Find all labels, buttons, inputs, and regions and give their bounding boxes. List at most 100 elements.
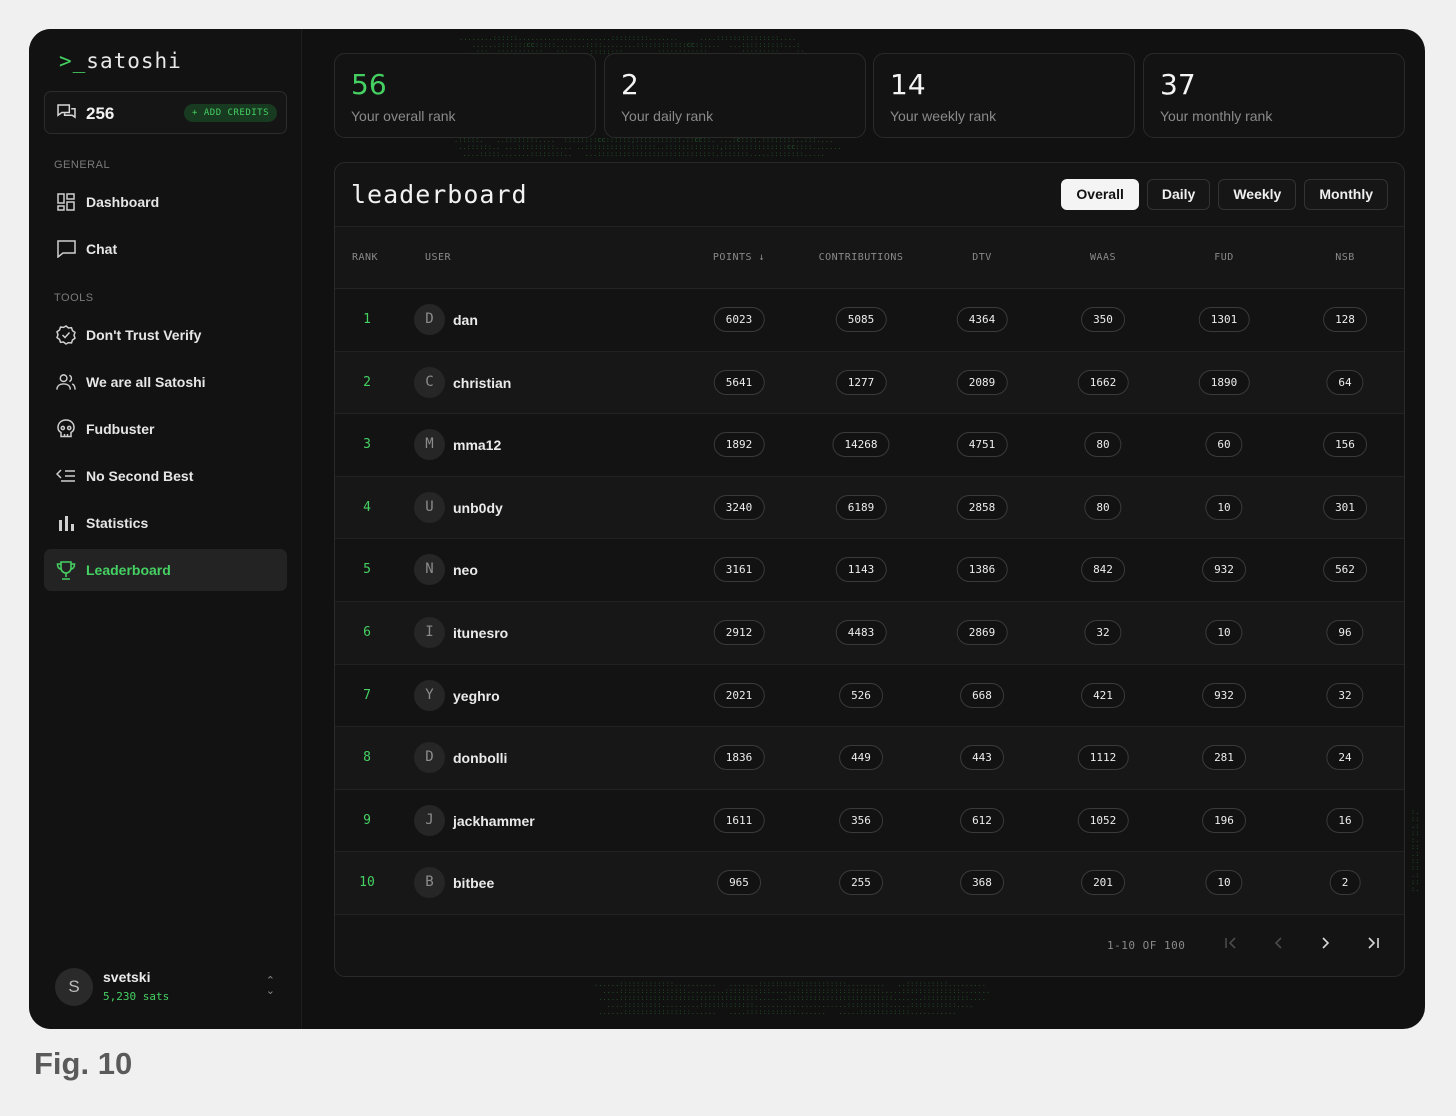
dtv-cell: 668 [960,682,1004,708]
chevron-up-down-icon: ⌃ ⌄ [265,975,275,997]
points-cell: 3240 [713,494,765,520]
rank-cell: 2 [363,374,371,390]
waas-cell: 1112 [1077,745,1129,771]
sidebar-item-no-second-best[interactable]: No Second Best [44,455,287,497]
rank-cell: 6 [363,624,371,640]
dtv-cell: 612 [960,807,1004,833]
table-body: 1 Ddan 6023 5085 4364 350 1301 128 2 Cchristian 56… [335,289,1404,915]
period-tabs: Overall Daily Weekly Monthly [1061,179,1388,210]
fud-cell: 1890 [1198,369,1250,395]
app-window: ........::::::......................::::… [29,29,1425,1029]
user-name-cell[interactable]: yeghro [453,688,500,704]
contributions-cell: 4483 [835,619,887,645]
avatar: Y [414,679,445,711]
nsb-cell: 562 [1323,557,1367,583]
table-row[interactable]: 2 Cchristian 5641 1277 2089 1662 1890 64 [335,351,1404,415]
column-header-rank[interactable]: RANK [352,252,378,263]
avatar: S [55,968,93,1006]
waas-cell: 350 [1081,307,1125,332]
sidebar-item-chat[interactable]: Chat [44,228,287,270]
next-page-icon[interactable] [1313,931,1337,955]
waas-cell: 80 [1084,494,1122,520]
user-name-cell[interactable]: unb0dy [453,500,503,516]
sidebar-item-fudbuster[interactable]: Fudbuster [44,408,287,450]
nsb-cell: 156 [1323,432,1367,458]
leaderboard-panel: leaderboard Overall Daily Weekly Monthly… [334,162,1405,977]
user-name-cell[interactable]: bitbee [453,875,494,891]
sidebar-item-we-are-all-satoshi[interactable]: We are all Satoshi [44,361,287,403]
table-row[interactable]: 1 Ddan 6023 5085 4364 350 1301 128 [335,289,1404,352]
sidebar-item-label: Chat [86,241,118,257]
sidebar-item-dashboard[interactable]: Dashboard [44,181,287,223]
add-credits-button[interactable]: + ADD CREDITS [184,104,277,122]
last-page-icon[interactable] [1361,931,1385,955]
user-name-cell[interactable]: jackhammer [453,813,535,829]
user-name-cell[interactable]: itunesro [453,625,508,641]
table-row[interactable]: 6 Iitunesro 2912 4483 2869 32 10 96 [335,601,1404,665]
trophy-icon [56,560,76,580]
previous-page-icon[interactable] [1267,931,1291,955]
waas-cell: 32 [1084,619,1122,645]
fud-cell: 10 [1205,494,1243,520]
rank-cell: 4 [363,499,371,515]
page-title: leaderboard [351,180,528,209]
table-row[interactable]: 4 Uunb0dy 3240 6189 2858 80 10 301 [335,476,1404,540]
pagination: 1-10 OF 100 [335,915,1404,975]
user-name-cell[interactable]: mma12 [453,437,501,453]
points-cell: 1892 [713,432,765,458]
table-row[interactable]: 8 Ddonbolli 1836 449 443 1112 281 24 [335,727,1404,790]
sidebar-item-leaderboard[interactable]: Leaderboard [44,549,287,591]
table-row[interactable]: 9 Jjackhammer 1611 356 612 1052 196 16 [335,789,1404,853]
column-header-nsb[interactable]: NSB [1335,252,1355,263]
column-header-fud[interactable]: FUD [1214,252,1234,263]
rank-cell: 1 [363,312,371,327]
app-logo[interactable]: >_satoshi [59,49,182,73]
stat-caption: Your weekly rank [890,108,997,124]
contributions-cell: 255 [839,870,883,896]
user-name-cell[interactable]: donbolli [453,750,507,766]
user-name-cell[interactable]: dan [453,312,478,328]
waas-cell: 201 [1081,870,1125,896]
dtv-cell: 2858 [956,494,1008,520]
tab-weekly[interactable]: Weekly [1218,179,1297,210]
nsb-cell: 128 [1323,307,1367,332]
column-header-dtv[interactable]: DTV [972,252,992,263]
chat-bubbles-icon [57,104,76,119]
user-menu[interactable]: S svetski 5,230 sats ⌃ ⌄ [55,966,275,1010]
bar-chart-icon [56,513,76,533]
table-row[interactable]: 5 Nneo 3161 1143 1386 842 932 562 [335,539,1404,602]
dtv-cell: 2869 [956,619,1008,645]
points-cell: 965 [717,870,761,896]
stat-value: 2 [621,68,639,101]
contributions-cell: 14268 [832,432,890,458]
stat-value: 56 [351,68,387,101]
sidebar-item-dont-trust-verify[interactable]: Don't Trust Verify [44,314,287,356]
points-cell: 6023 [713,307,765,332]
column-header-points[interactable]: POINTS ↓ [713,252,765,263]
tab-daily[interactable]: Daily [1146,179,1211,210]
column-header-user[interactable]: USER [425,252,451,263]
table-row[interactable]: 3 Mmma12 1892 14268 4751 80 60 156 [335,414,1404,477]
fud-cell: 281 [1202,745,1246,771]
column-header-contributions[interactable]: CONTRIBUTIONS [819,252,904,263]
section-label-general: GENERAL [54,159,111,171]
sidebar-item-label: Don't Trust Verify [86,327,202,343]
table-row[interactable]: 7 Yyeghro 2021 526 668 421 932 32 [335,664,1404,728]
user-name-cell[interactable]: neo [453,562,478,578]
table-row[interactable]: 10 Bbitbee 965 255 368 201 10 2 [335,852,1404,915]
tab-monthly[interactable]: Monthly [1304,179,1388,210]
fud-cell: 60 [1205,432,1243,458]
first-page-icon[interactable] [1219,931,1243,955]
fud-cell: 10 [1205,619,1243,645]
pagination-info: 1-10 OF 100 [1107,939,1186,952]
sidebar: >_satoshi 256 + ADD CREDITS GENERAL Dash… [29,29,302,1029]
credits-count: 256 [86,104,115,123]
waas-cell: 842 [1081,557,1125,583]
nsb-cell: 64 [1326,369,1364,395]
user-name-cell[interactable]: christian [453,375,511,391]
sidebar-item-statistics[interactable]: Statistics [44,502,287,544]
points-cell: 1611 [713,807,765,833]
dtv-cell: 368 [960,870,1004,896]
tab-overall[interactable]: Overall [1061,179,1139,210]
column-header-waas[interactable]: WAAS [1090,252,1116,263]
